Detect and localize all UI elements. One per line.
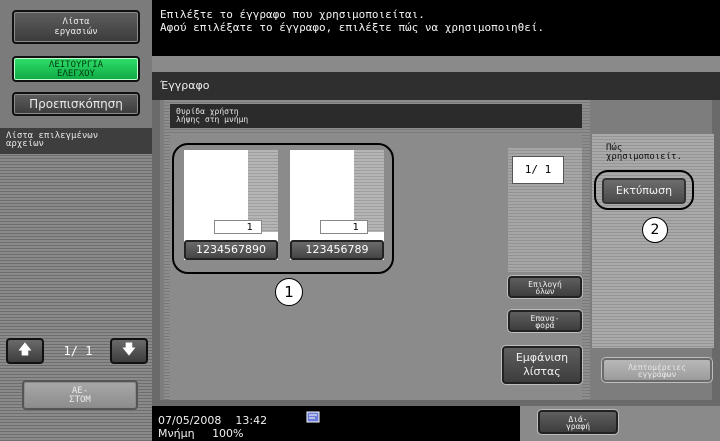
callout-number-1: 1: [275, 278, 303, 306]
sidebar-pager: 🡅 1/ 1 🡇: [6, 338, 150, 364]
reset-button[interactable]: Επανα- φορά: [508, 310, 582, 332]
memory-label: Μνήμη: [158, 427, 195, 440]
document-details-button[interactable]: Λεπτομέρειες εγγράφων: [602, 358, 712, 382]
screen: Λίστα εργασιών ΛΕΙΤΟΥΡΓΙΑ ΕΛΕΓΧΟΥ Προεπι…: [0, 0, 720, 441]
memory-value: 100%: [212, 427, 244, 440]
list-view-button[interactable]: Εμφάνιση λίστας: [502, 346, 582, 384]
usage-label: Πώς χρησιμοποιείτ.: [606, 143, 682, 162]
print-button[interactable]: Εκτύπωση: [602, 178, 686, 204]
instruction-message: Επιλέξτε το έγγραφο που χρησιμοποιείται.…: [152, 0, 720, 56]
status-date: 07/05/2008: [158, 414, 222, 427]
tab-document[interactable]: Έγγραφο: [152, 72, 720, 100]
page-up-icon[interactable]: 🡅: [6, 338, 44, 364]
select-all-button[interactable]: Επιλογή όλων: [508, 276, 582, 298]
close-button[interactable]: Διά- γραφή: [538, 410, 618, 434]
sidebar-page-number: 1/ 1: [63, 344, 93, 358]
job-list-button[interactable]: Λίστα εργασιών: [12, 10, 140, 44]
callout-number-2: 2: [642, 217, 668, 243]
status-text: 07/05/2008 13:42 Μνήμη 100%: [158, 414, 267, 440]
control-function-button[interactable]: ΛΕΙΤΟΥΡΓΙΑ ΕΛΕΓΧΟΥ: [12, 56, 140, 82]
message-line-1: Επιλέξτε το έγγραφο που χρησιμοποιείται.: [160, 8, 425, 21]
tab-strip: [152, 56, 720, 72]
preview-button[interactable]: Προεπισκόπηση: [12, 92, 140, 116]
selected-files-label: Λίστα επιλεγμένων αρχείων: [0, 128, 152, 154]
memory-status-icon: [306, 411, 320, 423]
page-number: 1/ 1: [512, 156, 564, 184]
page-down-icon[interactable]: 🡇: [110, 338, 148, 364]
status-time: 13:42: [235, 414, 268, 427]
message-line-2: Αφού επιλέξατε το έγγραφο, επιλέξτε πώς …: [160, 21, 545, 34]
box-header: Θυρίδα χρήστη λήψης στη μνήμη: [170, 104, 582, 128]
callout-highlight-1: [172, 143, 394, 274]
delete-button[interactable]: ΑΕ- ΣΤΟΜ: [22, 380, 138, 410]
